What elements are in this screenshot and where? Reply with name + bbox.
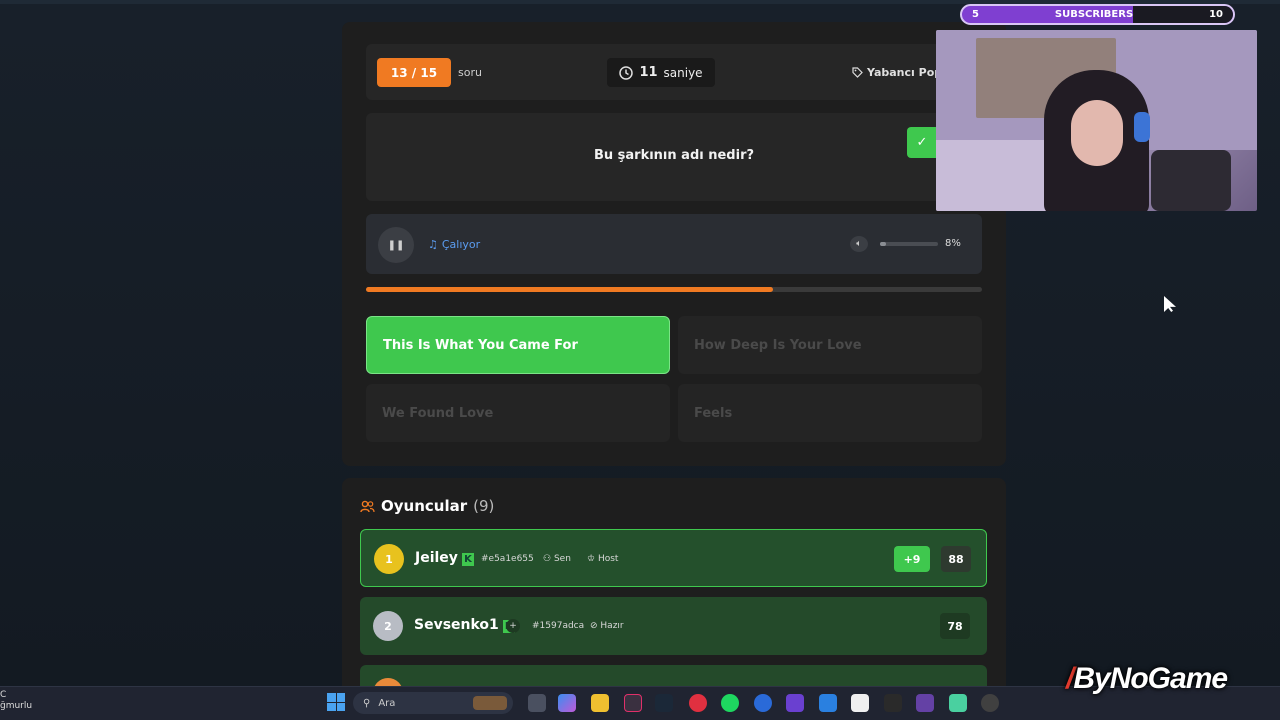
players-count: (9): [473, 497, 495, 515]
player-tag-ready: ⊘ Hazır: [590, 621, 624, 631]
player-name-text: Sevsenko1: [414, 617, 499, 633]
webcam-overlay: [936, 30, 1257, 211]
player-row: 2 Sevsenko1K + #1597adca ⊘ Hazır 78: [360, 597, 987, 655]
app-icon-blue[interactable]: [754, 694, 772, 712]
volume-slider[interactable]: [880, 242, 938, 246]
question-counter-suffix: soru: [458, 66, 482, 79]
player-tag-you: ⚇ Sen: [543, 554, 571, 564]
player-tag-host: ♔ Host: [587, 554, 618, 564]
category-badge: Yabancı Pop: [852, 66, 942, 79]
score-delta: +9: [894, 546, 930, 572]
players-title: Oyuncular: [381, 497, 468, 515]
player-id: #e5a1e655: [481, 554, 534, 564]
clock-icon: [619, 65, 634, 80]
spotify-icon[interactable]: [721, 694, 739, 712]
tag-you-label: Sen: [553, 554, 571, 564]
sub-label: SUBSCRIBERS: [1054, 9, 1134, 20]
search-placeholder: Ara: [378, 697, 396, 709]
sub-current: 5: [972, 9, 979, 20]
pause-button[interactable]: ❚❚: [378, 227, 414, 263]
brand-logo: /ByNoGame: [1066, 662, 1228, 696]
player-id: #1597adca: [532, 621, 585, 631]
taskbar-search[interactable]: ⚲ Ara: [353, 692, 513, 714]
add-friend-icon[interactable]: +: [506, 619, 520, 633]
epic-games-icon[interactable]: [884, 694, 902, 712]
rank-badge: 2: [373, 611, 403, 641]
webcam-face: [1071, 100, 1123, 166]
brand-logo-text: ByNoGame: [1073, 662, 1228, 695]
weather-widget[interactable]: C ğmurlu: [0, 690, 32, 712]
answer-option-1[interactable]: This Is What You Came For: [366, 316, 670, 374]
vscode-icon[interactable]: [819, 694, 837, 712]
tag-ready-label: Hazır: [600, 621, 624, 631]
score: 78: [940, 613, 970, 639]
player-name-text: Jeiley: [415, 550, 458, 566]
jetbrains-icon[interactable]: [786, 694, 804, 712]
task-view-icon[interactable]: [528, 694, 546, 712]
rank-badge: [373, 678, 403, 686]
question-text: Bu şarkının adı nedir?: [593, 148, 755, 163]
check-button[interactable]: ✓: [907, 127, 937, 158]
check-icon: ✓: [916, 135, 928, 150]
volume-percent: 8%: [945, 238, 961, 249]
tag-host-label: Host: [597, 554, 619, 564]
player-row: 1 Jeiley K #e5a1e655 ⚇ Sen ♔ Host +9 88: [360, 529, 987, 587]
playing-status: ♫ Çalıyor: [428, 238, 480, 251]
weather-line-1: C: [0, 690, 7, 700]
volume-slider-fill: [880, 242, 886, 246]
player-name: Jeiley K: [415, 550, 474, 566]
file-explorer-icon[interactable]: [591, 694, 609, 712]
score: 88: [941, 546, 971, 572]
player-name: Sevsenko1K: [414, 617, 515, 633]
app-icon-teal[interactable]: [949, 694, 967, 712]
volume-icon[interactable]: 🔈︎: [850, 236, 868, 252]
players-heading: Oyuncular (9): [360, 497, 494, 515]
timer: 11 saniye: [607, 58, 715, 87]
notion-icon[interactable]: [851, 694, 869, 712]
answer-option-4[interactable]: Feels: [678, 384, 982, 442]
answer-option-3[interactable]: We Found Love: [366, 384, 670, 442]
subscriber-goal-bar: 5 SUBSCRIBERS 10: [960, 4, 1235, 25]
windows-start-icon[interactable]: [327, 693, 345, 711]
question-counter: 13 / 15: [377, 58, 451, 87]
search-highlight-icon: [473, 696, 507, 710]
copilot-icon[interactable]: [558, 694, 576, 712]
music-note-icon: ♫: [428, 238, 438, 251]
crown-icon: ♔: [587, 554, 598, 564]
category-label: Yabancı Pop: [867, 66, 943, 79]
weather-line-2: ğmurlu: [0, 701, 33, 711]
timer-unit: saniye: [663, 65, 703, 80]
player-row: [360, 665, 987, 686]
kick-icon: K: [461, 553, 474, 566]
app-icon-pink[interactable]: [624, 694, 642, 712]
rank-badge: 1: [374, 544, 404, 574]
round-progress-fill: [366, 287, 773, 292]
pause-icon: ❚❚: [387, 239, 405, 251]
obs-icon[interactable]: [981, 694, 999, 712]
playing-label: Çalıyor: [441, 238, 481, 251]
check-circle-icon: ⊘: [590, 621, 601, 631]
timer-value: 11: [639, 65, 658, 80]
answer-option-2[interactable]: How Deep Is Your Love: [678, 316, 982, 374]
users-icon: [360, 500, 375, 512]
search-icon: ⚲: [363, 697, 371, 709]
twitch-icon[interactable]: [916, 694, 934, 712]
steam-icon[interactable]: [655, 694, 673, 712]
user-icon: ⚇: [543, 554, 554, 564]
sub-goal: 10: [1209, 9, 1223, 20]
headset: [1134, 112, 1150, 142]
tag-icon: [852, 67, 863, 78]
webcam-chair: [1151, 150, 1231, 211]
app-icon-red[interactable]: [689, 694, 707, 712]
